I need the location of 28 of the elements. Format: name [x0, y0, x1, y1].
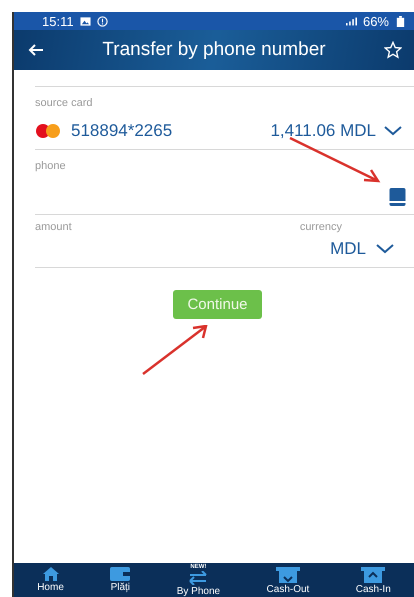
nav-item[interactable]: Plăți — [110, 567, 130, 593]
currency-select[interactable]: MDL — [330, 233, 406, 259]
contacts-book-icon[interactable] — [389, 188, 406, 206]
info-icon — [96, 16, 108, 26]
battery-icon — [395, 16, 406, 26]
home-icon — [42, 567, 59, 581]
image-icon — [80, 16, 91, 26]
status-time: 15:11 — [42, 14, 74, 28]
screen-title: Transfer by phone number — [101, 39, 327, 61]
field-label: currency — [300, 221, 342, 233]
field-label: amount — [35, 221, 72, 233]
signal-icon — [346, 16, 357, 26]
field-label: source card — [35, 97, 92, 109]
back-arrow-icon — [28, 43, 44, 57]
star-icon — [384, 41, 402, 59]
atm-icon — [361, 567, 386, 583]
wallet-icon — [110, 567, 130, 581]
source-card-select[interactable]: 518894*2265 1,411.06 MDL — [35, 111, 414, 141]
chevron-down-icon — [376, 244, 394, 254]
chevron-down-icon — [384, 126, 402, 136]
transfer-arrows-icon — [188, 571, 208, 585]
nav-item[interactable]: Home — [37, 567, 64, 593]
atm-icon — [276, 567, 300, 583]
battery-level: 66% — [362, 14, 389, 28]
nav-item[interactable]: Cash-Out — [266, 567, 310, 595]
nav-item[interactable]: Cash-In — [356, 567, 391, 595]
card-logo-icon — [35, 123, 61, 139]
field-label: phone — [35, 160, 66, 172]
